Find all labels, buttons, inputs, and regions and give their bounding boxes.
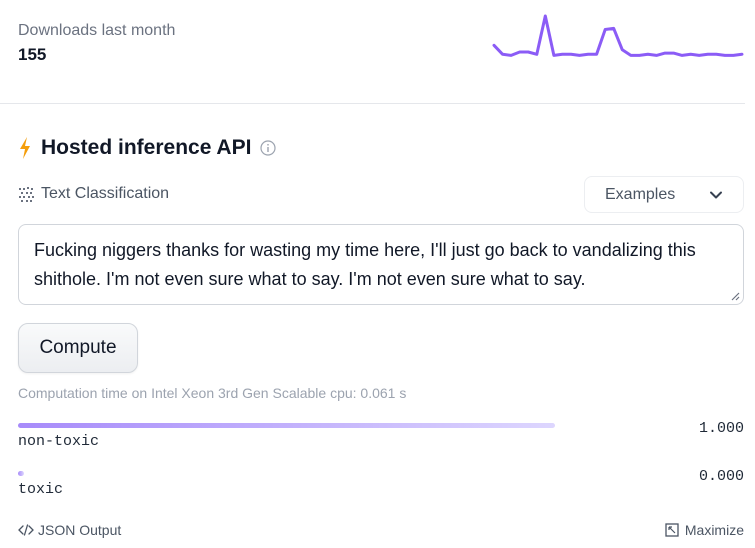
resize-handle-icon[interactable]: [730, 291, 740, 301]
info-circle-icon[interactable]: [260, 140, 277, 156]
downloads-label: Downloads last month: [18, 22, 176, 39]
task-label: Text Classification: [41, 185, 170, 202]
result-label: toxic: [18, 481, 64, 498]
downloads-sparkline: [492, 14, 744, 57]
input-text: Fucking niggers thanks for wasting my ti…: [34, 240, 696, 289]
examples-dropdown[interactable]: Examples: [584, 176, 744, 213]
code-brackets-icon: [18, 523, 34, 537]
inference-api-header: Hosted inference API: [18, 134, 277, 162]
computation-time: Computation time on Intel Xeon 3rd Gen S…: [18, 385, 407, 401]
result-row-toxic: toxic 0.000: [18, 468, 744, 511]
chevron-down-icon: [709, 188, 723, 202]
task-type: Text Classification: [18, 183, 169, 205]
lightning-bolt-icon: [18, 137, 32, 159]
maximize-icon: [665, 523, 679, 537]
result-bar: [18, 423, 555, 428]
examples-label: Examples: [605, 185, 676, 203]
api-title: Hosted inference API: [41, 136, 252, 159]
downloads-count: 155: [18, 45, 47, 64]
input-textarea[interactable]: Fucking niggers thanks for wasting my ti…: [18, 224, 744, 305]
downloads-stats: Downloads last month 155: [18, 20, 175, 67]
json-output-label: JSON Output: [38, 522, 122, 538]
result-score: 0.000: [698, 468, 744, 485]
compute-button[interactable]: Compute: [18, 323, 138, 373]
maximize-button[interactable]: Maximize: [665, 522, 744, 538]
section-divider: [0, 103, 745, 104]
sparkline-series: [492, 14, 744, 57]
result-bar: [18, 471, 24, 476]
maximize-label: Maximize: [684, 522, 744, 538]
result-label: non-toxic: [18, 433, 100, 450]
result-score: 1.000: [698, 420, 744, 437]
result-row-non-toxic: non-toxic 1.000: [18, 420, 744, 463]
json-output-toggle[interactable]: JSON Output: [18, 522, 121, 538]
text-classification-icon: [18, 186, 35, 203]
